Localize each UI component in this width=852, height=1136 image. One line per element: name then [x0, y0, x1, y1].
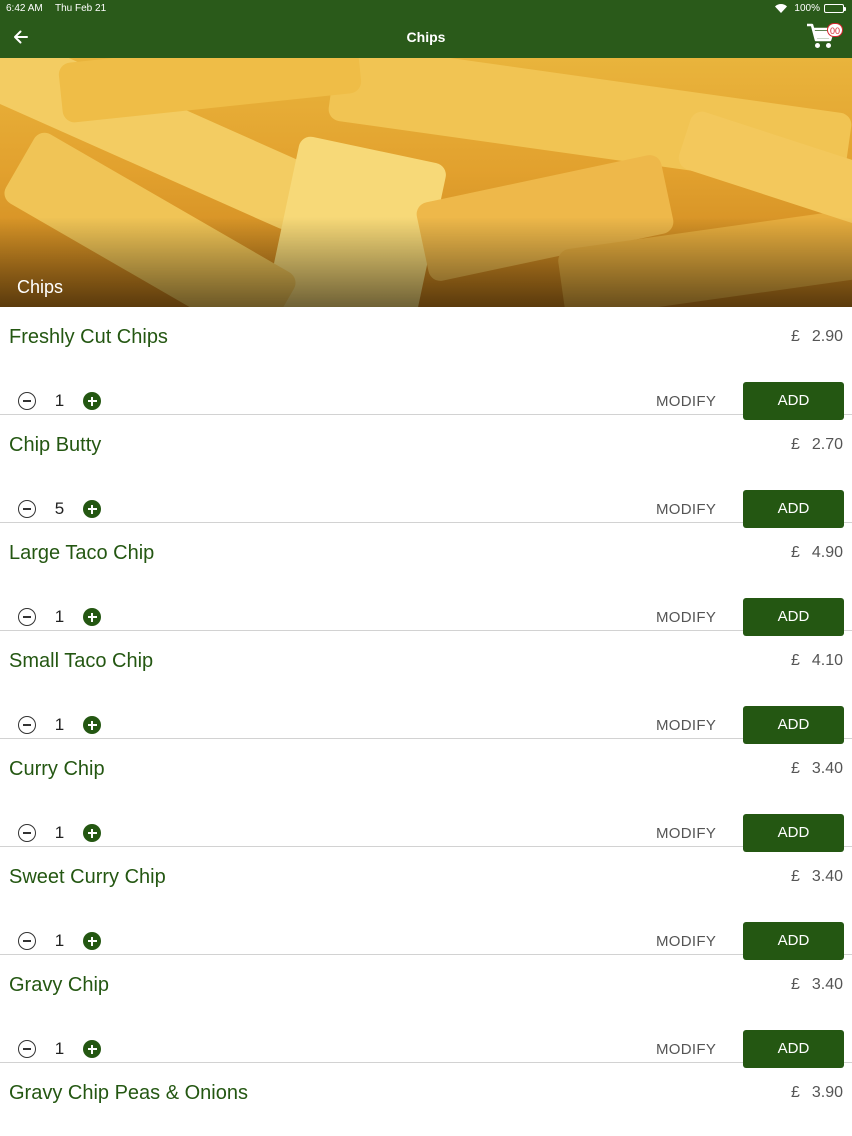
menu-item: Small Taco Chip £4.10 1 MODIFY ADD: [0, 631, 852, 744]
minus-circle-icon[interactable]: [18, 608, 36, 626]
menu-item: Gravy Chip £3.40 1 MODIFY ADD: [0, 955, 852, 1068]
battery-icon: [824, 4, 846, 13]
modify-button[interactable]: MODIFY: [656, 501, 716, 518]
item-price: £3.40: [791, 760, 843, 778]
item-price: £3.40: [791, 868, 843, 886]
quantity-stepper: 1: [18, 607, 101, 627]
menu-item: Curry Chip £3.40 1 MODIFY ADD: [0, 739, 852, 852]
item-price: £4.90: [791, 544, 843, 562]
item-name: Gravy Chip Peas & Onions: [9, 1082, 248, 1104]
quantity-stepper: 1: [18, 931, 101, 951]
item-name: Freshly Cut Chips: [9, 326, 168, 348]
plus-circle-icon[interactable]: [83, 608, 101, 626]
item-price: £2.70: [791, 436, 843, 454]
item-price: £3.90: [791, 1084, 843, 1102]
cart-button[interactable]: 00: [806, 22, 843, 52]
quantity-value: 5: [54, 499, 65, 518]
menu-item: Chip Butty £2.70 5 MODIFY ADD: [0, 415, 852, 528]
cart-count-badge: 00: [827, 23, 843, 37]
minus-circle-icon[interactable]: [18, 500, 36, 518]
item-name: Curry Chip: [9, 758, 105, 780]
quantity-value: 1: [54, 391, 65, 410]
minus-circle-icon[interactable]: [18, 392, 36, 410]
quantity-stepper: 1: [18, 715, 101, 735]
plus-circle-icon[interactable]: [83, 824, 101, 842]
currency-symbol: £: [790, 1084, 800, 1101]
status-bar: 6:42 AM Thu Feb 21 100%: [0, 0, 852, 16]
minus-circle-icon[interactable]: [18, 716, 36, 734]
quantity-value: 1: [54, 607, 65, 626]
price-value: 2.70: [811, 436, 843, 453]
status-right: 100%: [775, 3, 846, 14]
item-name: Gravy Chip: [9, 974, 110, 996]
price-value: 4.90: [811, 544, 843, 561]
status-time: 6:42 AM: [6, 3, 43, 14]
menu-item-list: Freshly Cut Chips £2.90 1 MODIFY ADD Chi…: [0, 307, 852, 1133]
wifi-icon: [775, 4, 788, 13]
price-value: 3.40: [811, 868, 843, 885]
modify-button[interactable]: MODIFY: [656, 1041, 716, 1058]
quantity-value: 1: [54, 715, 65, 734]
plus-circle-icon[interactable]: [83, 716, 101, 734]
status-date: Thu Feb 21: [55, 3, 107, 14]
currency-symbol: £: [790, 436, 800, 453]
modify-button[interactable]: MODIFY: [656, 933, 716, 950]
price-value: 2.90: [811, 328, 843, 345]
plus-circle-icon[interactable]: [83, 932, 101, 950]
quantity-stepper: 1: [18, 391, 101, 411]
item-name: Small Taco Chip: [9, 650, 154, 672]
battery-percent: 100%: [794, 3, 820, 14]
plus-circle-icon[interactable]: [83, 1040, 101, 1058]
category-label: Chips: [17, 277, 64, 297]
item-name: Chip Butty: [9, 434, 102, 456]
minus-circle-icon[interactable]: [18, 1040, 36, 1058]
price-value: 3.40: [811, 760, 843, 777]
fry-shape: [57, 58, 363, 124]
modify-button[interactable]: MODIFY: [656, 825, 716, 842]
item-price: £4.10: [791, 652, 843, 670]
quantity-stepper: 1: [18, 1039, 101, 1059]
category-banner: Chips: [0, 58, 852, 307]
currency-symbol: £: [790, 328, 800, 345]
item-price: £2.90: [791, 328, 843, 346]
plus-circle-icon[interactable]: [83, 392, 101, 410]
quantity-value: 1: [54, 931, 65, 950]
page-title: Chips: [406, 29, 446, 45]
price-value: 3.90: [811, 1084, 843, 1101]
menu-item: Freshly Cut Chips £2.90 1 MODIFY ADD: [0, 307, 852, 420]
currency-symbol: £: [790, 544, 800, 561]
modify-button[interactable]: MODIFY: [656, 609, 716, 626]
item-name: Large Taco Chip: [9, 542, 155, 564]
quantity-value: 1: [54, 823, 65, 842]
minus-circle-icon[interactable]: [18, 824, 36, 842]
modify-button[interactable]: MODIFY: [656, 717, 716, 734]
price-value: 3.40: [811, 976, 843, 993]
menu-item: Sweet Curry Chip £3.40 1 MODIFY ADD: [0, 847, 852, 960]
app-header: 6:42 AM Thu Feb 21 100% Chips 00: [0, 0, 852, 58]
plus-circle-icon[interactable]: [83, 500, 101, 518]
item-price: £3.40: [791, 976, 843, 994]
quantity-stepper: 5: [18, 499, 101, 519]
menu-item: Gravy Chip Peas & Onions £3.90: [0, 1063, 852, 1133]
quantity-value: 1: [54, 1039, 65, 1058]
minus-circle-icon[interactable]: [18, 932, 36, 950]
currency-symbol: £: [790, 652, 800, 669]
currency-symbol: £: [790, 976, 800, 993]
currency-symbol: £: [790, 760, 800, 777]
menu-item: Large Taco Chip £4.90 1 MODIFY ADD: [0, 523, 852, 636]
currency-symbol: £: [790, 868, 800, 885]
quantity-stepper: 1: [18, 823, 101, 843]
price-value: 4.10: [811, 652, 843, 669]
banner-shade: [0, 217, 852, 307]
item-name: Sweet Curry Chip: [9, 866, 166, 888]
modify-button[interactable]: MODIFY: [656, 393, 716, 410]
